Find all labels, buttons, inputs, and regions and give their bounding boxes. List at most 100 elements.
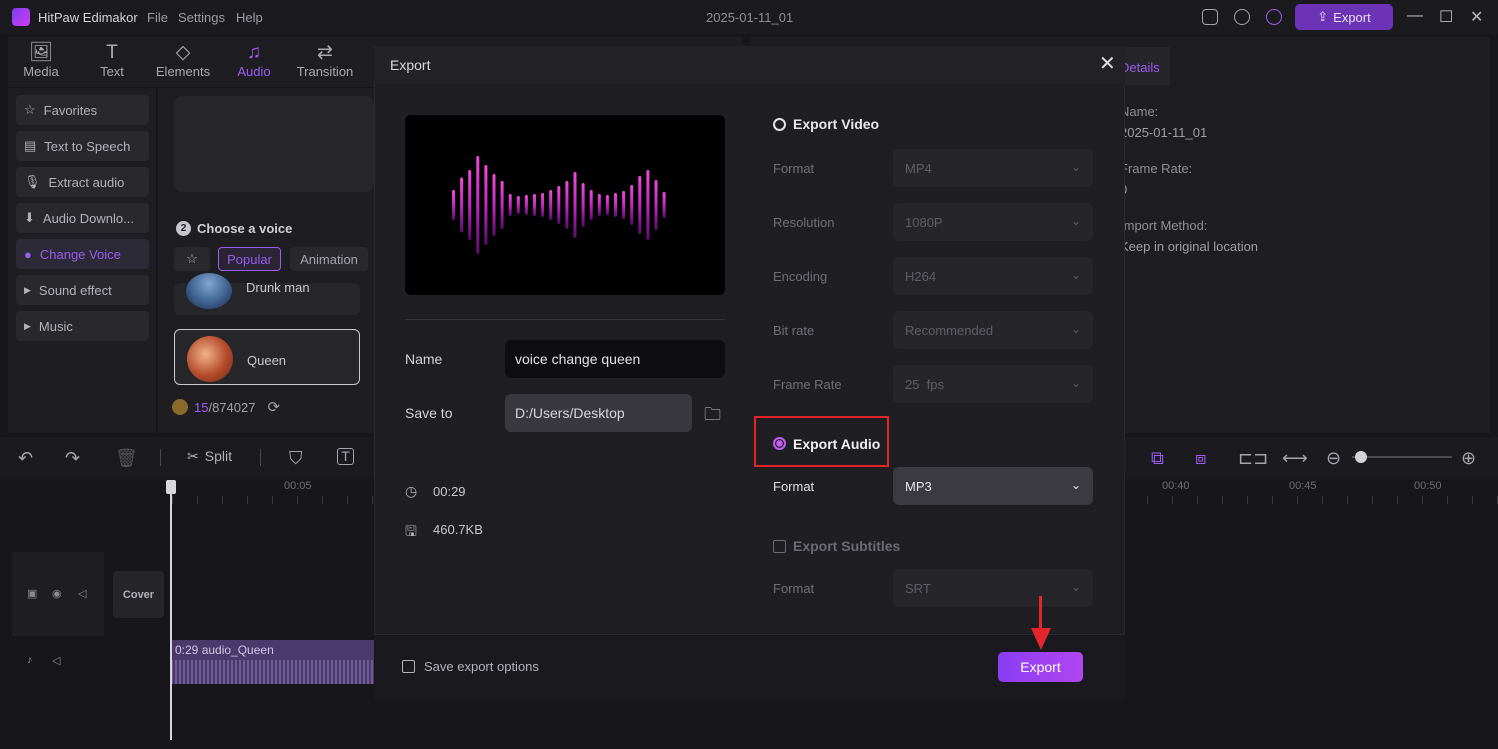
zoom-slider[interactable]: [1352, 456, 1452, 458]
text-tool-icon[interactable]: T: [337, 448, 354, 465]
save-options-checkbox[interactable]: [402, 660, 415, 673]
export-dialog-title: Export: [390, 57, 431, 73]
star-icon: ☆: [186, 251, 198, 266]
cover-button[interactable]: Cover: [113, 571, 164, 618]
encoding-select[interactable]: H264 ⌄: [893, 257, 1093, 295]
text-icon: T: [106, 42, 118, 63]
save-path-input[interactable]: D:/Users/Desktop: [505, 394, 692, 432]
name-input[interactable]: voice change queen: [505, 340, 725, 378]
expand-icon: ▶: [24, 284, 31, 295]
redo-icon[interactable]: ↷: [65, 448, 80, 469]
download-icon[interactable]: [1234, 9, 1250, 25]
refresh-icon[interactable]: ⟳: [267, 398, 280, 416]
waveform-bar: [533, 194, 536, 216]
video-track-header: ▣ ◉ ◁: [12, 552, 104, 636]
resolution-select[interactable]: 1080P ⌄: [893, 203, 1093, 241]
playhead[interactable]: [170, 480, 172, 740]
scissors-icon: ✂: [187, 448, 199, 464]
tab-transition[interactable]: ⇄ Transition: [290, 42, 360, 79]
sidebar-item-extract-audio[interactable]: 🎙 Extract audio: [16, 167, 149, 197]
export-audio-radio[interactable]: [773, 437, 786, 450]
waveform-bar: [541, 193, 545, 217]
tab-elements[interactable]: ◇ Elements: [152, 42, 214, 79]
close-window-icon[interactable]: ✕: [1470, 7, 1483, 27]
frame-rate-select[interactable]: 25 fps ⌄: [893, 365, 1093, 403]
feedback-icon[interactable]: [1202, 9, 1218, 25]
ruler-tick-label: 00:40: [1162, 480, 1190, 492]
zoom-slider-handle[interactable]: [1355, 451, 1367, 463]
visibility-icon[interactable]: ◉: [52, 587, 62, 600]
menu-file[interactable]: File: [147, 10, 168, 25]
mute-icon[interactable]: ◁: [78, 587, 86, 600]
export-subtitles-label[interactable]: Export Subtitles: [793, 538, 900, 554]
ruler-tick-label: 00:50: [1414, 480, 1442, 492]
waveform-graphic: [452, 156, 666, 254]
export-dialog-header: [374, 46, 1125, 84]
menu-settings[interactable]: Settings: [178, 10, 225, 25]
filter-animation[interactable]: Animation: [290, 247, 368, 271]
link-icon[interactable]: ⧉: [1151, 448, 1164, 469]
zoom-in-icon[interactable]: ⊕: [1461, 448, 1476, 469]
close-icon[interactable]: ✕: [1099, 54, 1116, 74]
split-clip-icon[interactable]: ⊏⊐: [1238, 448, 1268, 469]
elements-icon: ◇: [175, 42, 191, 63]
waveform-bar: [516, 196, 520, 214]
export-button[interactable]: Export: [998, 652, 1083, 682]
bit-rate-label: Bit rate: [773, 323, 815, 338]
app-name: HitPaw Edimakor: [38, 10, 138, 25]
folder-icon[interactable]: 🗀: [704, 402, 721, 431]
sidebar-item-favorites[interactable]: ☆ Favorites: [16, 95, 149, 125]
voice-name: Queen: [247, 353, 287, 368]
sidebar-item-audio-download[interactable]: ⬇ Audio Downlo...: [16, 203, 149, 233]
tab-audio[interactable]: ♫ Audio: [224, 42, 284, 79]
top-export-button[interactable]: ⇪ Export: [1295, 4, 1393, 30]
export-video-radio[interactable]: [773, 118, 786, 131]
step-badge: 2: [176, 221, 191, 236]
waveform-bar: [662, 192, 666, 218]
sidebar-item-text-to-speech[interactable]: ▤ Text to Speech: [16, 131, 149, 161]
zoom-out-icon[interactable]: ⊖: [1326, 448, 1341, 469]
bit-rate-select[interactable]: Recommended ⌄: [893, 311, 1093, 349]
subtitle-format-select[interactable]: SRT ⌄: [893, 569, 1093, 607]
sidebar-item-music[interactable]: ▶ Music: [16, 311, 149, 341]
toolbar-divider: [260, 449, 261, 466]
fit-icon[interactable]: ⟷: [1282, 448, 1308, 469]
track-icon[interactable]: ▣: [27, 587, 37, 600]
playhead-handle[interactable]: [166, 480, 176, 494]
menu-help[interactable]: Help: [236, 10, 263, 25]
video-format-select[interactable]: MP4 ⌄: [893, 149, 1093, 187]
split-button[interactable]: ✂ Split: [187, 448, 232, 465]
waveform-bar: [557, 186, 561, 224]
audio-clip[interactable]: 0:29 audio_Queen: [171, 640, 376, 684]
undo-icon[interactable]: ↶: [18, 448, 33, 469]
tab-media[interactable]: 🖼 Media: [11, 42, 71, 79]
export-audio-label[interactable]: Export Audio: [793, 436, 880, 452]
import-method-value: Keep in original location: [1120, 239, 1259, 254]
snap-icon[interactable]: ⧈: [1195, 448, 1206, 469]
export-video-label[interactable]: Export Video: [793, 116, 879, 132]
chevron-down-icon: ⌄: [1070, 478, 1081, 492]
save-to-label: Save to: [405, 405, 453, 421]
voice-preview-card: [174, 96, 374, 192]
audio-format-select[interactable]: MP3 ⌄: [893, 467, 1093, 505]
divider: [405, 319, 725, 320]
delete-icon[interactable]: 🗑: [115, 448, 138, 469]
account-icon[interactable]: [1266, 9, 1282, 25]
tab-text[interactable]: T Text: [82, 42, 142, 79]
sidebar-item-change-voice[interactable]: ● Change Voice: [16, 239, 149, 269]
waveform-bar: [605, 195, 609, 215]
mute-icon[interactable]: ◁: [52, 654, 60, 667]
voice-card-queen[interactable]: Queen: [174, 329, 360, 385]
voice-card-drunk-man[interactable]: Drunk man: [174, 273, 360, 315]
favorite-filter-button[interactable]: ☆: [174, 247, 210, 271]
minimize-icon[interactable]: —: [1407, 7, 1423, 25]
filter-popular[interactable]: Popular: [218, 247, 281, 271]
waveform-bar: [524, 195, 528, 215]
name-label: Name: [405, 351, 443, 367]
mark-icon[interactable]: ⛉: [289, 448, 303, 469]
sidebar-item-sound-effect[interactable]: ▶ Sound effect: [16, 275, 149, 305]
save-options-label[interactable]: Save export options: [424, 659, 539, 674]
maximize-icon[interactable]: ☐: [1439, 7, 1453, 27]
export-subtitles-checkbox[interactable]: [773, 540, 786, 553]
waveform-bar: [500, 181, 504, 229]
